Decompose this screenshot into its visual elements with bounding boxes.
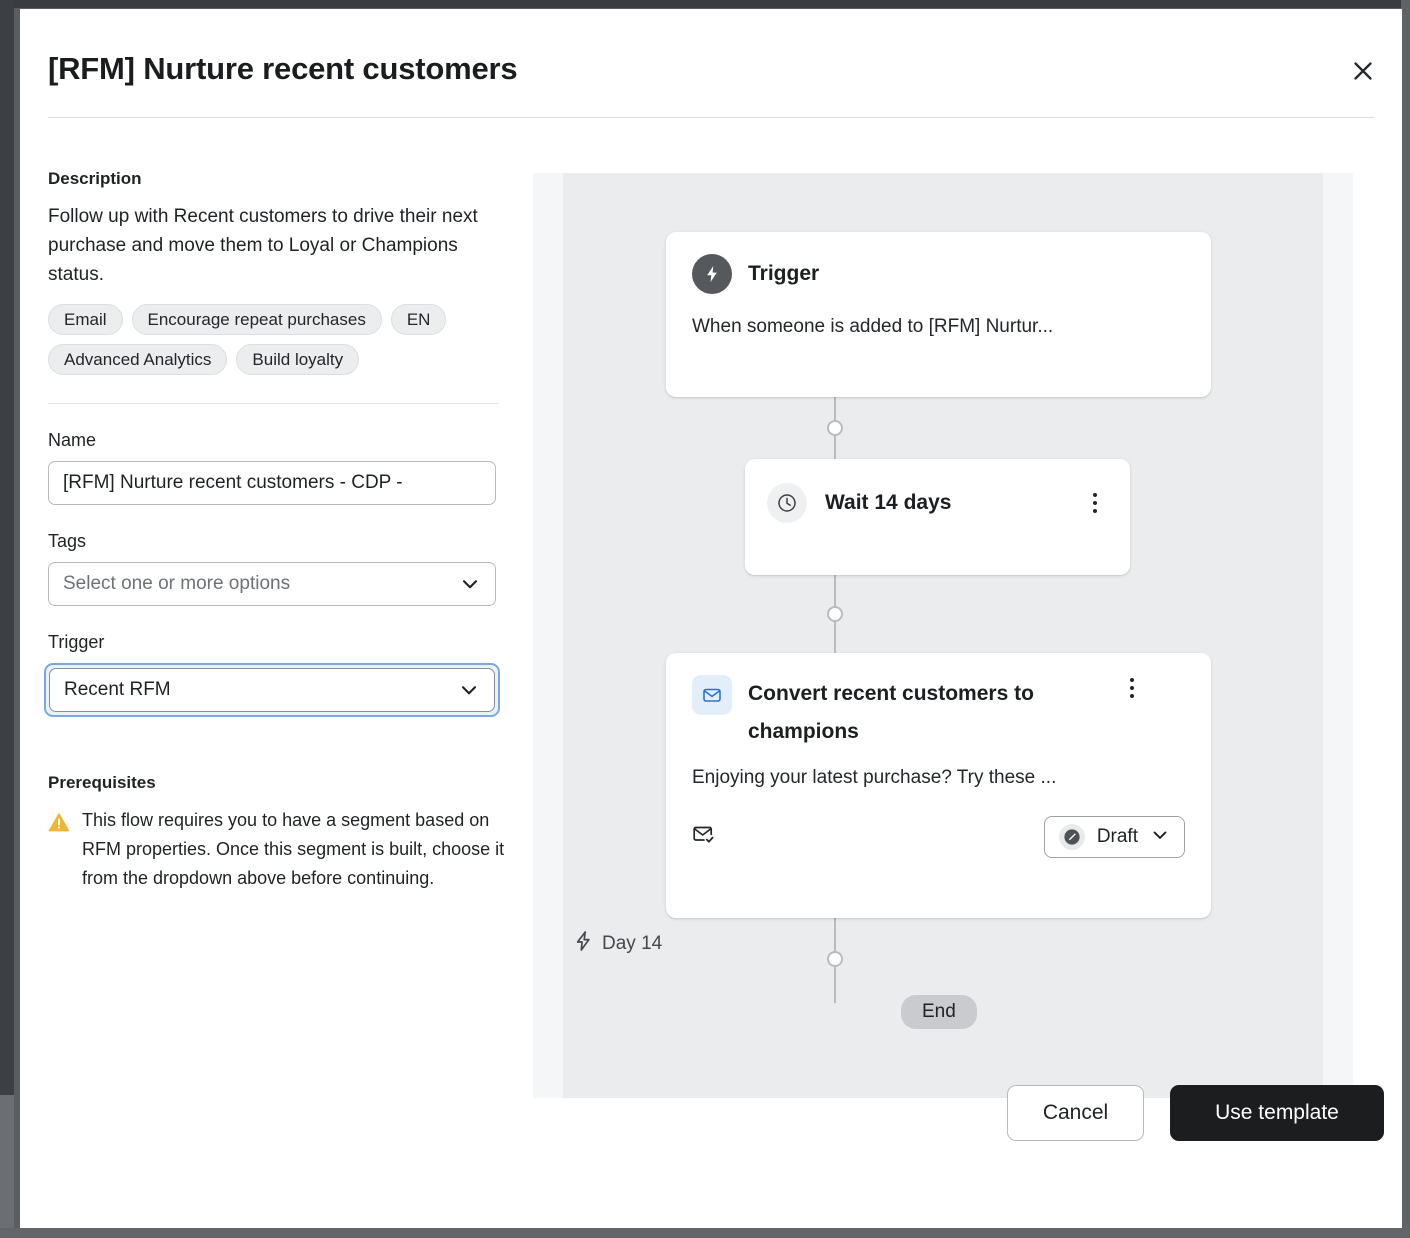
warning-triangle-icon	[48, 806, 70, 893]
modal-body: Description Follow up with Recent custom…	[20, 127, 1402, 1067]
trigger-select-value: Recent RFM	[64, 679, 171, 701]
trigger-label: Trigger	[48, 632, 500, 653]
window-frame-left-lower	[0, 1095, 14, 1238]
connector-dot	[827, 606, 843, 622]
chevron-down-icon	[458, 679, 480, 701]
connector-dot	[827, 420, 843, 436]
modal-footer: Cancel Use template	[20, 1067, 1402, 1228]
window-frame: [RFM] Nurture recent customers Descripti…	[0, 0, 1410, 1238]
footer-actions: Cancel Use template	[1007, 1085, 1384, 1141]
kebab-menu-icon[interactable]	[1082, 490, 1108, 516]
connector-dot	[827, 951, 843, 967]
details-divider	[48, 403, 498, 404]
wait-card-header: Wait 14 days	[767, 483, 1108, 523]
window-frame-bottom	[0, 1228, 1410, 1238]
email-card-subtitle: Enjoying your latest purchase? Try these…	[692, 767, 1185, 789]
name-label: Name	[48, 430, 500, 451]
trigger-select-focus-ring: Recent RFM	[44, 663, 500, 717]
prerequisites-label: Prerequisites	[48, 773, 500, 793]
tag-chip: Encourage repeat purchases	[132, 304, 382, 335]
flow-node-wait[interactable]: Wait 14 days	[745, 459, 1130, 575]
prerequisites-text: This flow requires you to have a segment…	[82, 806, 508, 893]
tag-chip: Email	[48, 304, 123, 335]
flow-preview-panel: Trigger When someone is added to [RFM] N…	[533, 173, 1353, 1098]
prerequisite-item: This flow requires you to have a segment…	[48, 806, 508, 893]
description-label: Description	[48, 169, 500, 189]
name-input[interactable]	[48, 461, 496, 505]
lightning-bolt-icon	[573, 930, 593, 957]
chevron-down-icon	[459, 573, 481, 595]
modal-header: [RFM] Nurture recent customers	[20, 9, 1402, 127]
window-frame-left	[0, 0, 14, 1238]
pencil-icon	[1059, 824, 1085, 850]
tag-list: Email Encourage repeat purchases EN Adva…	[48, 304, 498, 375]
tag-chip: Advanced Analytics	[48, 344, 227, 375]
close-button[interactable]	[1346, 55, 1380, 89]
page-title: [RFM] Nurture recent customers	[48, 51, 517, 87]
tag-chip: Build loyalty	[236, 344, 359, 375]
clock-icon	[767, 483, 807, 523]
details-panel: Description Follow up with Recent custom…	[48, 169, 500, 893]
header-divider	[48, 117, 1374, 118]
email-card-header: Convert recent customers to champions	[692, 675, 1185, 751]
trigger-card-header: Trigger	[692, 254, 1185, 294]
trigger-select[interactable]: Recent RFM	[49, 668, 495, 712]
flow-day-label-text: Day 14	[602, 933, 662, 955]
flow-canvas[interactable]: Trigger When someone is added to [RFM] N…	[563, 173, 1323, 1098]
wait-card-title: Wait 14 days	[825, 491, 1064, 515]
kebab-menu-icon[interactable]	[1119, 675, 1145, 701]
envelope-check-icon	[692, 823, 718, 852]
tags-select-value: Select one or more options	[63, 573, 290, 595]
description-text: Follow up with Recent customers to drive…	[48, 202, 488, 289]
trigger-card-title: Trigger	[748, 262, 819, 286]
lightning-bolt-icon	[692, 254, 732, 294]
tags-select[interactable]: Select one or more options	[48, 562, 496, 606]
tags-field-group: Tags Select one or more options	[48, 531, 500, 606]
close-icon	[1352, 60, 1374, 85]
email-card-title: Convert recent customers to champions	[748, 675, 1103, 751]
flow-day-label: Day 14	[573, 930, 662, 957]
tag-chip: EN	[391, 304, 447, 335]
flow-node-end[interactable]: End	[901, 995, 977, 1029]
window-frame-top	[0, 0, 1410, 8]
trigger-card-subtitle: When someone is added to [RFM] Nurtur...	[692, 316, 1185, 338]
flow-node-trigger[interactable]: Trigger When someone is added to [RFM] N…	[666, 232, 1211, 397]
tags-label: Tags	[48, 531, 500, 552]
email-card-footer: Draft	[692, 816, 1185, 858]
chevron-down-icon	[1150, 825, 1170, 850]
trigger-field-group: Trigger Recent RFM	[48, 632, 500, 717]
use-template-button[interactable]: Use template	[1170, 1085, 1384, 1141]
prerequisites-group: Prerequisites This flow requires you to …	[48, 773, 500, 893]
template-detail-modal: [RFM] Nurture recent customers Descripti…	[20, 9, 1402, 1228]
email-status-select[interactable]: Draft	[1044, 816, 1185, 858]
email-status-label: Draft	[1097, 826, 1138, 848]
flow-node-email[interactable]: Convert recent customers to champions En…	[666, 653, 1211, 918]
envelope-icon	[692, 675, 732, 715]
cancel-button[interactable]: Cancel	[1007, 1085, 1144, 1141]
window-frame-right	[1401, 0, 1410, 1238]
name-field-group: Name	[48, 430, 500, 505]
